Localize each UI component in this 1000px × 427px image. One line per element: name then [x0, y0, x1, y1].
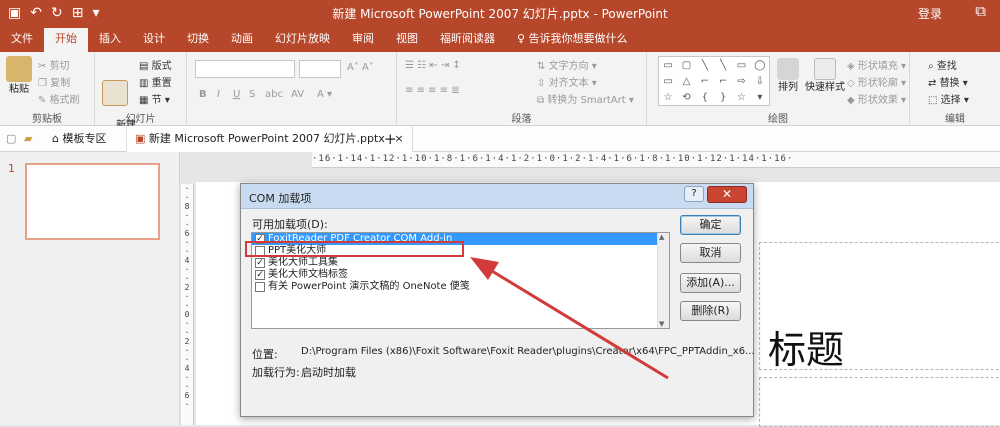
annotation-arrow: [470, 257, 669, 380]
arrow-shaft: [481, 263, 669, 380]
arrow-head: [470, 257, 499, 280]
